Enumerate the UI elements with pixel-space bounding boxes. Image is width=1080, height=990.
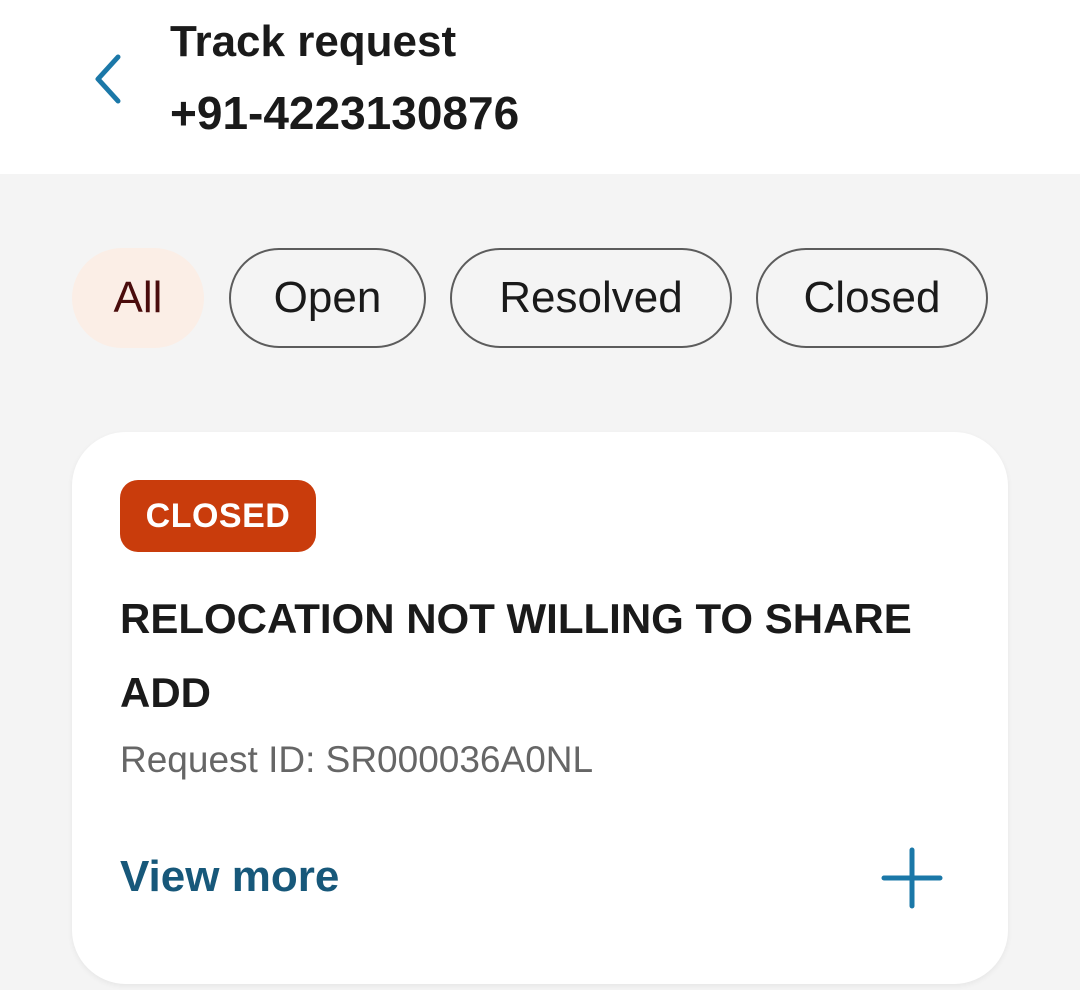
filter-chip-resolved[interactable]: Resolved — [450, 248, 732, 348]
filter-chip-open[interactable]: Open — [229, 248, 426, 348]
app-header: Track request +91-4223130876 — [0, 0, 1080, 174]
back-button[interactable] — [78, 44, 138, 114]
request-title: RELOCATION NOT WILLING TO SHARE ADD — [120, 595, 912, 716]
request-id: Request ID: SR000036A0NL — [120, 739, 594, 780]
filter-chip-closed[interactable]: Closed — [756, 248, 988, 348]
view-more-link[interactable]: View more — [120, 852, 339, 902]
status-badge: CLOSED — [120, 480, 316, 552]
page-title: Track request — [170, 17, 457, 66]
request-card: CLOSED RELOCATION NOT WILLING TO SHARE A… — [72, 432, 1008, 984]
expand-button[interactable] — [880, 846, 944, 910]
plus-icon — [881, 847, 943, 909]
chevron-left-icon — [95, 54, 121, 104]
filter-chip-all[interactable]: All — [72, 248, 204, 348]
phone-number: +91-4223130876 — [170, 87, 520, 139]
